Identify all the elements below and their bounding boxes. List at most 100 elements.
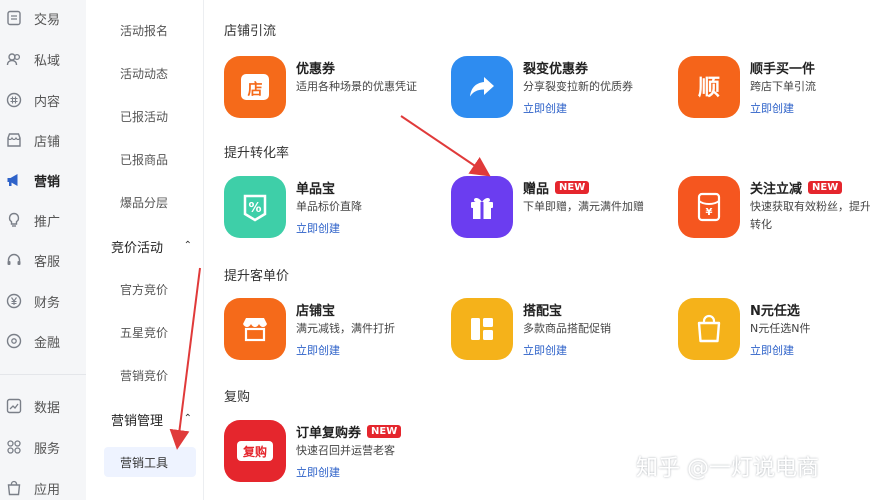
tool-card-gift[interactable]: 赠品 NEW 下单即赠，满元满件加赠 (451, 176, 661, 242)
card-desc: 快速获取有效粉丝，提升下单转化 (750, 200, 870, 231)
tool-card-fission-coupon[interactable]: 裂变优惠券 分享裂变拉新的优质券 立即创建 (451, 56, 661, 122)
nav-item-fintech[interactable]: 金融 (0, 323, 86, 359)
hash-icon (6, 92, 22, 108)
subnav-group-manage[interactable]: 营销管理 ⌃ (86, 404, 204, 434)
subnav-official-bidding[interactable]: 官方竞价 (86, 274, 204, 304)
repurchase-icon: 复购 (224, 420, 286, 482)
create-now-link[interactable]: 立即创建 (523, 100, 567, 116)
tool-card-buy-one-more[interactable]: 顺 顺手买一件 跨店下单引流 立即创建 (678, 56, 870, 122)
create-now-link[interactable]: 立即创建 (750, 100, 794, 116)
section-title: 提升转化率 (224, 146, 290, 161)
nav-item-services[interactable]: 服务 (0, 429, 86, 465)
coupon-icon: 店 (224, 56, 286, 118)
tool-card-repurchase-coupon[interactable]: 复购 订单复购券 NEW 快速召回并运营老客 立即创建 (224, 420, 434, 486)
nav-item-store[interactable]: 店铺 (0, 122, 86, 158)
create-now-link[interactable]: 立即创建 (296, 220, 340, 236)
gift-icon (451, 176, 513, 238)
create-now-link[interactable]: 立即创建 (296, 464, 340, 480)
nav-item-content[interactable]: 内容 (0, 82, 86, 118)
coupon-glyph: 店 (247, 80, 262, 98)
card-name: 关注立减 NEW (750, 178, 843, 197)
circle-icon (6, 333, 22, 349)
yen-icon (6, 293, 22, 309)
card-desc: N元任选N件 (750, 322, 811, 335)
nav-item-promote[interactable]: 推广 (0, 202, 86, 238)
nav-label: 交易 (34, 12, 61, 28)
card-name: N元任选 (750, 304, 800, 319)
nav-item-private[interactable]: 私域 (0, 41, 86, 77)
card-name-text: 订单复购券 (296, 426, 362, 441)
create-now-link[interactable]: 立即创建 (523, 342, 567, 358)
shun-icon: 顺 (678, 56, 740, 118)
chevron-up-icon: ⌃ (183, 413, 192, 424)
tool-card-coupon[interactable]: 店 优惠券 适用各种场景的优惠凭证 (224, 56, 434, 122)
new-badge: NEW (808, 181, 843, 194)
nav-label: 客服 (34, 254, 61, 270)
card-name: 裂变优惠券 (523, 62, 589, 77)
nav-label: 营销 (34, 174, 61, 190)
primary-nav: 交易 私域 内容 店铺 营销 推广 客服 财务 金融 数据 服务 应用 (0, 0, 86, 500)
store-icon (6, 132, 22, 148)
card-name: 订单复购券 NEW (296, 422, 402, 441)
tool-card-store-treasure[interactable]: 店铺宝 满元减钱，满件打折 立即创建 (224, 298, 434, 364)
yen-glyph: ¥ (706, 207, 713, 218)
subnav-reported-products[interactable]: 已报商品 (86, 144, 204, 174)
nav-item-finance[interactable]: 财务 (0, 283, 86, 319)
watermark: 知乎 @一灯说电商 (636, 456, 819, 481)
group-label: 竞价活动 (111, 240, 164, 256)
grid-icon (6, 439, 22, 455)
subnav-marketing-bidding[interactable]: 营销竞价 (86, 360, 204, 390)
subnav-five-star-bidding[interactable]: 五星竞价 (86, 317, 204, 347)
chart-icon (6, 398, 22, 414)
section-title: 提升客单价 (224, 269, 290, 284)
bulb-icon (6, 212, 22, 228)
nav-label: 推广 (34, 214, 61, 230)
nav-item-marketing[interactable]: 营销 (0, 162, 86, 198)
subnav-activity-news[interactable]: 活动动态 (86, 58, 204, 88)
new-badge: NEW (367, 425, 402, 438)
card-name: 优惠券 (296, 62, 336, 77)
nav-item-trade[interactable]: 交易 (0, 0, 86, 36)
card-name: 单品宝 (296, 182, 336, 197)
layout-blocks-icon (451, 298, 513, 360)
subnav-activity-signup[interactable]: 活动报名 (86, 15, 204, 45)
tool-card-follow-discount[interactable]: ¥ 关注立减 NEW 快速获取有效粉丝，提升下单转化 (678, 176, 870, 242)
percent-tag-icon: % (224, 176, 286, 238)
card-name: 店铺宝 (296, 304, 336, 319)
new-badge: NEW (555, 181, 590, 194)
subnav-hot-tiers[interactable]: 爆品分层 (86, 187, 204, 217)
card-name: 顺手买一件 (750, 62, 816, 77)
create-now-link[interactable]: 立即创建 (296, 342, 340, 358)
subnav-group-bidding[interactable]: 竞价活动 ⌃ (86, 231, 204, 261)
repurchase-glyph: 复购 (242, 444, 267, 459)
app-window: 交易 私域 内容 店铺 营销 推广 客服 财务 金融 数据 服务 应用 活动报名… (0, 0, 870, 500)
tool-card-n-yuan-pick[interactable]: N元任选 N元任选N件 立即创建 (678, 298, 870, 364)
nav-item-service[interactable]: 客服 (0, 242, 86, 278)
nav-item-apps[interactable]: 应用 (0, 470, 86, 500)
subnav-reported-activities[interactable]: 已报活动 (86, 101, 204, 131)
tool-card-single-item[interactable]: % 单品宝 单品标价直降 立即创建 (224, 176, 434, 242)
shop-awning-icon (224, 298, 286, 360)
shopping-bag-icon (678, 298, 740, 360)
create-now-link[interactable]: 立即创建 (750, 342, 794, 358)
secondary-nav: 活动报名 活动动态 已报活动 已报商品 爆品分层 竞价活动 ⌃ 官方竞价 五星竞… (86, 0, 204, 500)
nav-label: 金融 (34, 335, 61, 351)
card-desc: 适用各种场景的优惠凭证 (296, 80, 417, 93)
percent-glyph: % (248, 201, 261, 216)
card-desc: 分享裂变拉新的优质券 (523, 80, 633, 93)
card-name-text: 赠品 (523, 182, 550, 197)
shun-glyph: 顺 (698, 76, 720, 101)
tool-card-bundle[interactable]: 搭配宝 多款商品搭配促销 立即创建 (451, 298, 661, 364)
card-name: 搭配宝 (523, 304, 563, 319)
headset-icon (6, 252, 22, 268)
subnav-marketing-tools[interactable]: 营销工具 (104, 447, 196, 477)
main-content: 店铺引流 店 优惠券 适用各种场景的优惠凭证 裂变优惠券 分享裂变拉新的优质券 … (204, 0, 870, 500)
nav-label: 店铺 (34, 134, 61, 150)
card-name-text: 关注立减 (750, 182, 803, 197)
bag-icon (6, 480, 22, 496)
nav-item-data[interactable]: 数据 (0, 388, 86, 424)
card-desc: 跨店下单引流 (750, 80, 816, 93)
nav-label: 财务 (34, 295, 61, 311)
card-desc: 下单即赠，满元满件加赠 (523, 200, 644, 213)
nav-label: 服务 (34, 441, 61, 457)
